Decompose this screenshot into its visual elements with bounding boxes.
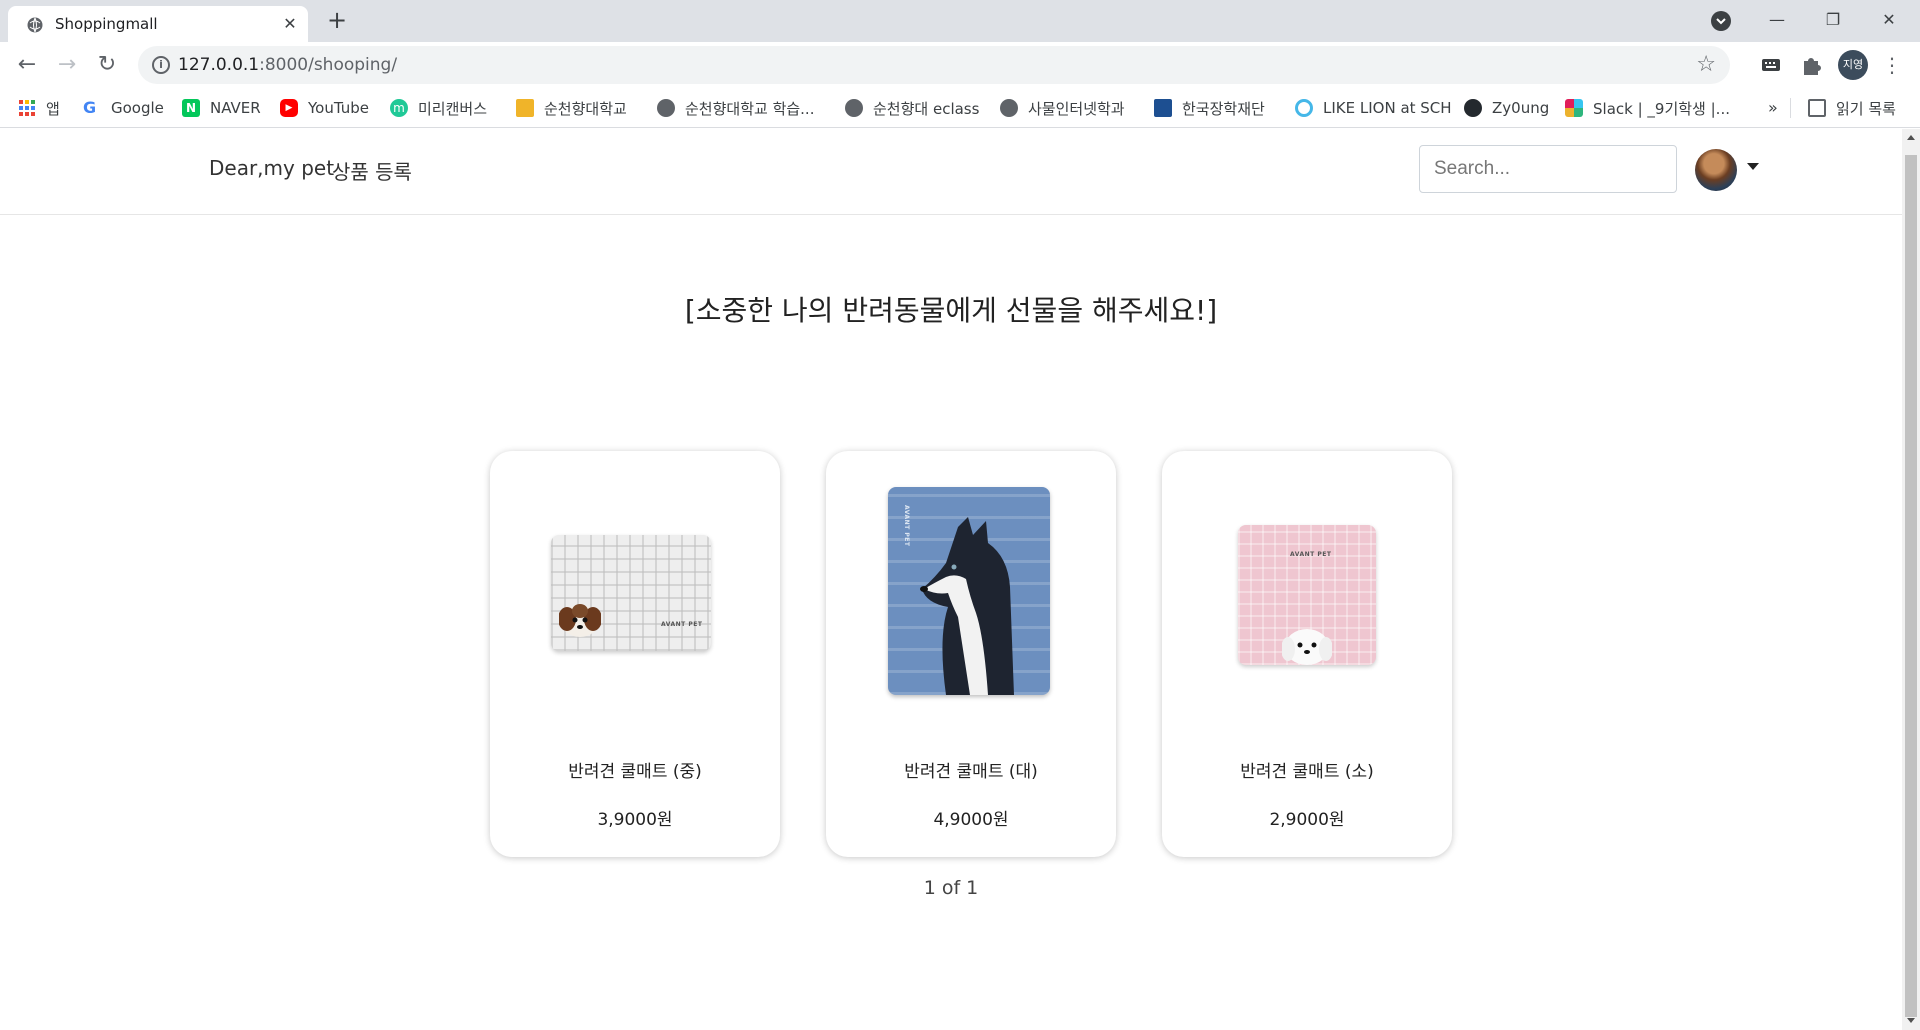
site-info-icon[interactable]: i — [152, 56, 170, 74]
bookmark-item[interactable]: m 미리캔버스 — [390, 94, 487, 122]
product-name: 반려견 쿨매트 (소) — [1240, 762, 1374, 782]
chevron-down-icon[interactable] — [1747, 163, 1759, 170]
browser-tab[interactable]: Shoppingmall ✕ — [8, 6, 308, 42]
restore-icon[interactable]: ❐ — [1805, 0, 1861, 40]
product-card[interactable]: AVANT PET 반려견 쿨매트 (소) 2,9000원 — [1162, 451, 1452, 857]
close-window-icon[interactable]: ✕ — [1861, 0, 1917, 40]
bookmark-item[interactable]: 사물인터넷학과 — [1000, 94, 1125, 122]
pagination-text: 1 of 1 — [923, 877, 979, 899]
bookmark-item[interactable]: G Google — [83, 94, 164, 122]
product-image[interactable]: AVANT PET — [888, 487, 1050, 695]
keyboard-icon[interactable] — [1758, 52, 1784, 78]
scroll-down-arrow-icon[interactable] — [1907, 1018, 1915, 1023]
tab-close-icon[interactable]: ✕ — [280, 14, 300, 34]
site-navbar: Dear,my pet 상품 등록 — [0, 129, 1902, 215]
tab-strip: Shoppingmall ✕ + — ❐ ✕ — [0, 0, 1920, 42]
likelion-icon — [1295, 99, 1313, 117]
product-card[interactable]: AVANT PET 반려견 쿨매트 (대) 4,9000원 — [826, 451, 1116, 857]
product-price: 2,9000원 — [1269, 810, 1345, 830]
scrollbar-thumb[interactable] — [1905, 155, 1917, 1017]
mat-logo: AVANT PET — [661, 621, 703, 628]
slack-icon — [1565, 99, 1583, 117]
product-price: 4,9000원 — [933, 810, 1009, 830]
menu-kebab-icon[interactable]: ⋮ — [1882, 50, 1902, 80]
forward-arrow-icon[interactable]: → — [52, 50, 82, 80]
bookmarks-bar: 앱 G Google N NAVER ▶ YouTube m 미리캔버스 순천향대학교 … — [0, 88, 1920, 128]
product-price: 3,9000원 — [597, 810, 673, 830]
bookmark-item[interactable]: 순천향대 eclass — [845, 94, 979, 122]
github-icon — [1464, 99, 1482, 117]
bookmark-item[interactable]: Zy0ung — [1464, 94, 1549, 122]
sch-icon — [516, 99, 534, 117]
google-icon: G — [83, 98, 97, 117]
mat-logo: AVANT PET — [903, 505, 910, 547]
bookmark-item[interactable]: Slack | _9기학생 |... — [1565, 94, 1730, 122]
globe-icon — [27, 17, 43, 33]
product-name: 반려견 쿨매트 (중) — [568, 762, 702, 782]
new-tab-button[interactable]: + — [325, 8, 349, 33]
user-avatar[interactable] — [1695, 149, 1737, 191]
youtube-icon: ▶ — [280, 99, 298, 117]
minimize-icon[interactable]: — — [1749, 0, 1805, 40]
bookmark-item[interactable]: 순천향대학교 — [516, 94, 627, 122]
bookmark-item[interactable]: LIKE LION at SCH — [1295, 94, 1452, 122]
page-heading: [소중한 나의 반려동물에게 선물을 해주세요!] — [684, 294, 1218, 327]
register-product-link[interactable]: 상품 등록 — [332, 156, 412, 185]
browser-toolbar: ← → ↻ i 127.0.0.1:8000/shooping/ ☆ 지영 ⋮ — [0, 42, 1920, 88]
dog-face-image — [559, 604, 601, 637]
apps-grid-icon — [19, 100, 35, 116]
vertical-scrollbar[interactable] — [1902, 129, 1920, 1030]
bookmark-item[interactable]: 한국장학재단 — [1154, 94, 1265, 122]
bookmark-item[interactable]: ▶ YouTube — [280, 94, 369, 122]
url-text: 127.0.0.1:8000/shooping/ — [178, 55, 398, 75]
address-bar[interactable]: i 127.0.0.1:8000/shooping/ ☆ — [138, 46, 1730, 84]
naver-icon: N — [182, 99, 200, 117]
bookmark-star-icon[interactable]: ☆ — [1696, 52, 1716, 77]
product-image[interactable]: AVANT PET — [551, 535, 711, 651]
product-card[interactable]: AVANT PET 반려견 쿨매트 (중) 3,9000원 — [490, 451, 780, 857]
brand-link[interactable]: Dear,my pet — [209, 156, 334, 180]
husky-image — [920, 517, 1014, 695]
graduation-icon — [1154, 99, 1172, 117]
reading-list-icon — [1808, 99, 1826, 117]
globe-icon — [657, 99, 675, 117]
bookmark-item[interactable]: 앱 — [18, 94, 60, 122]
bookmarks-divider — [1790, 98, 1791, 118]
tab-title: Shoppingmall — [55, 15, 158, 33]
profile-avatar[interactable]: 지영 — [1838, 50, 1868, 80]
reload-icon[interactable]: ↻ — [92, 50, 122, 80]
product-image[interactable]: AVANT PET — [1238, 525, 1376, 665]
product-name: 반려견 쿨매트 (대) — [904, 762, 1038, 782]
more-bookmarks-icon[interactable]: » — [1768, 98, 1778, 117]
search-input[interactable] — [1419, 145, 1677, 193]
reading-list-button[interactable]: 읽기 목록 — [1808, 94, 1896, 122]
globe-icon — [1000, 99, 1018, 117]
bookmark-item[interactable]: 순천향대학교 학습... — [657, 94, 814, 122]
scroll-up-arrow-icon[interactable] — [1907, 135, 1915, 140]
back-arrow-icon[interactable]: ← — [12, 50, 42, 80]
extensions-puzzle-icon[interactable] — [1798, 52, 1824, 78]
mat-logo: AVANT PET — [1290, 551, 1332, 558]
bookmark-item[interactable]: N NAVER — [182, 94, 261, 122]
maltese-dog-image — [1282, 629, 1332, 665]
miricanvas-icon: m — [390, 99, 408, 117]
globe-icon — [845, 99, 863, 117]
page-content: Dear,my pet 상품 등록 [소중한 나의 반려동물에게 선물을 해주세… — [0, 129, 1902, 1030]
tab-search-icon[interactable] — [1711, 11, 1731, 31]
